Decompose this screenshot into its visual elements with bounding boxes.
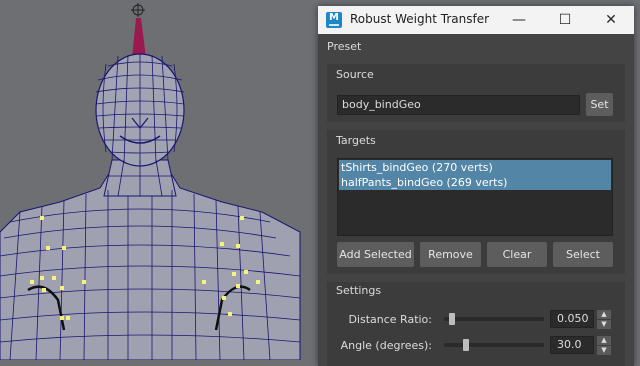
title-bar[interactable]: M Robust Weight Transfer — ☐ ✕ <box>318 6 634 34</box>
settings-label: Settings <box>336 284 382 297</box>
spin-up-icon[interactable]: ▲ <box>597 336 611 345</box>
spin-up-icon[interactable]: ▲ <box>597 310 611 319</box>
angle-field[interactable]: 30.0 <box>550 336 594 354</box>
angle-slider-handle[interactable] <box>463 339 469 351</box>
distance-ratio-label: Distance Ratio: <box>348 313 432 326</box>
angle-label: Angle (degrees): <box>340 339 432 352</box>
preset-menu[interactable]: Preset <box>327 40 361 53</box>
spin-down-icon[interactable]: ▼ <box>597 320 611 329</box>
list-item[interactable]: tShirts_bindGeo (270 verts) <box>339 160 611 175</box>
targets-list[interactable]: tShirts_bindGeo (270 verts) halfPants_bi… <box>337 158 613 236</box>
distance-ratio-slider[interactable] <box>444 313 544 325</box>
robust-weight-transfer-dialog: M Robust Weight Transfer — ☐ ✕ Preset So… <box>318 6 634 366</box>
add-selected-button[interactable]: Add Selected <box>337 242 414 267</box>
source-field[interactable]: body_bindGeo <box>337 95 580 115</box>
maya-app-icon: M <box>326 12 342 28</box>
clear-button[interactable]: Clear <box>487 242 547 267</box>
close-button[interactable]: ✕ <box>588 6 634 34</box>
source-label: Source <box>336 68 374 81</box>
remove-button[interactable]: Remove <box>420 242 481 267</box>
list-item[interactable]: halfPants_bindGeo (269 verts) <box>339 175 611 190</box>
distance-ratio-field[interactable]: 0.050 <box>550 310 594 328</box>
distance-ratio-slider-handle[interactable] <box>449 313 455 325</box>
minimize-button[interactable]: — <box>496 6 542 34</box>
set-button[interactable]: Set <box>586 93 613 116</box>
window-title: Robust Weight Transfer <box>350 12 490 26</box>
angle-slider[interactable] <box>444 339 544 351</box>
maximize-button[interactable]: ☐ <box>542 6 588 34</box>
spin-down-icon[interactable]: ▼ <box>597 346 611 355</box>
select-button[interactable]: Select <box>553 242 613 267</box>
targets-label: Targets <box>336 134 376 147</box>
